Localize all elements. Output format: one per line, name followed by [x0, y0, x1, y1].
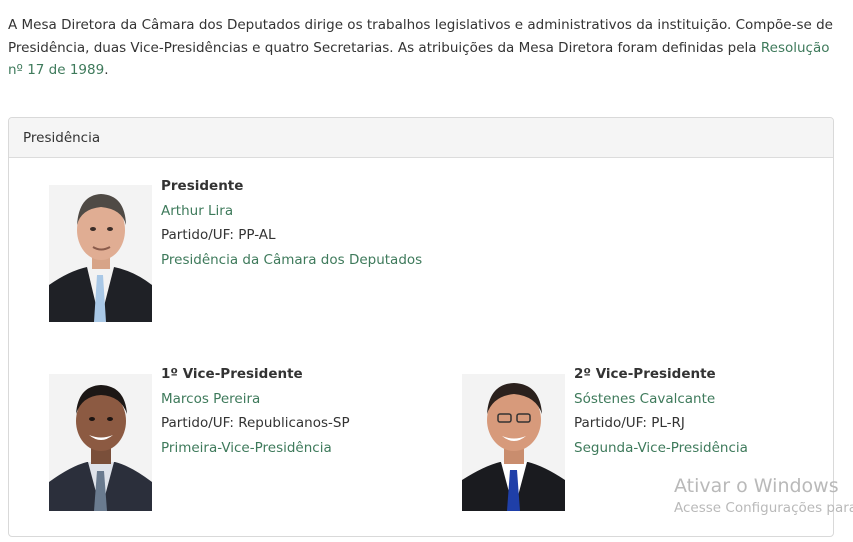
second-vice-name-link[interactable]: Sóstenes Cavalcante [574, 391, 715, 407]
second-vice-photo [462, 374, 565, 511]
second-vice-info: 2º Vice-Presidente Sóstenes Cavalcante P… [574, 362, 748, 460]
first-vice-info: 1º Vice-Presidente Marcos Pereira Partid… [161, 362, 350, 460]
watermark-subtitle: Acesse Configurações para [674, 500, 853, 516]
intro-paragraph: A Mesa Diretora da Câmara dos Deputados … [8, 14, 838, 82]
first-vice-office-link[interactable]: Primeira-Vice-Presidência [161, 440, 332, 456]
president-party: Partido/UF: PP-AL [161, 227, 276, 243]
first-vice-photo [49, 374, 152, 511]
panel-heading: Presidência [9, 118, 833, 158]
second-vice-office-link[interactable]: Segunda-Vice-Presidência [574, 440, 748, 456]
first-vice-name-link[interactable]: Marcos Pereira [161, 391, 260, 407]
president-role: Presidente [161, 178, 244, 194]
first-vice-party: Partido/UF: Republicanos-SP [161, 415, 350, 431]
president-office-link[interactable]: Presidência da Câmara dos Deputados [161, 252, 422, 268]
windows-activation-watermark: Ativar o Windows Acesse Configurações pa… [674, 474, 853, 518]
president-photo [49, 185, 152, 322]
intro-suffix: . [104, 62, 109, 78]
president-name-link[interactable]: Arthur Lira [161, 203, 233, 219]
first-vice-role: 1º Vice-Presidente [161, 366, 303, 382]
watermark-title: Ativar o Windows [674, 475, 839, 497]
second-vice-party: Partido/UF: PL-RJ [574, 415, 685, 431]
second-vice-role: 2º Vice-Presidente [574, 366, 716, 382]
president-info: Presidente Arthur Lira Partido/UF: PP-AL… [161, 174, 422, 272]
intro-text: A Mesa Diretora da Câmara dos Deputados … [8, 17, 833, 56]
